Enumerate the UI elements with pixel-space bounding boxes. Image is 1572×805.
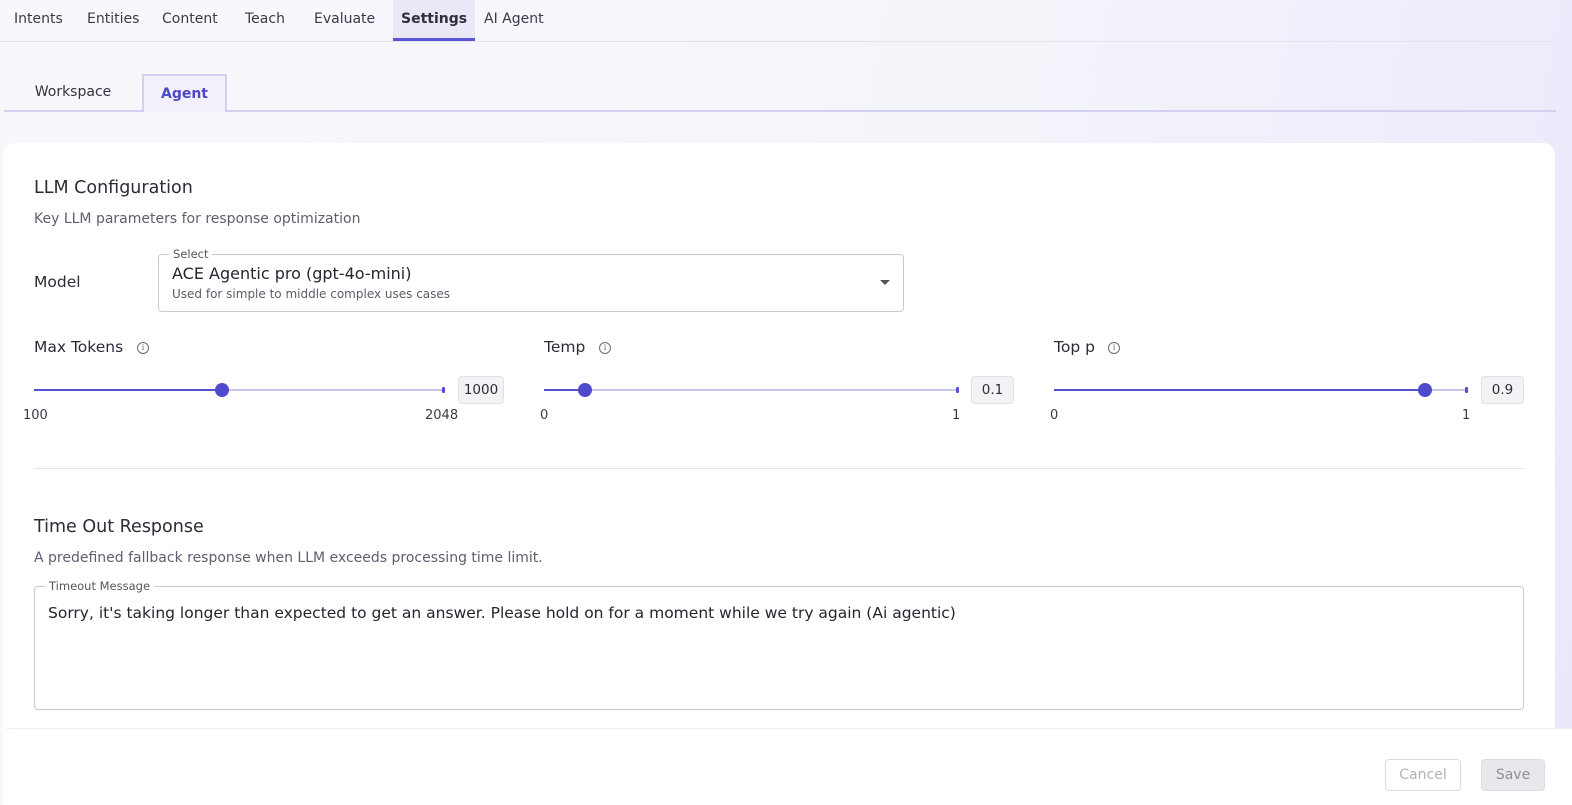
top-p-slider-fill (1054, 389, 1425, 391)
top-p-label: Top p (1054, 338, 1095, 356)
nav-tab-settings[interactable]: Settings (393, 0, 476, 41)
timeout-message-text[interactable]: Sorry, it's taking longer than expected … (48, 604, 956, 622)
model-select[interactable]: Select ACE Agentic pro (gpt-4o-mini) Use… (158, 247, 904, 312)
cancel-button[interactable]: Cancel (1385, 759, 1461, 791)
top-navigation: Intents Entities Content Teach Evaluate … (0, 0, 1556, 42)
llm-configuration-title: LLM Configuration (34, 178, 193, 198)
top-p-min: 0 (1050, 408, 1059, 423)
nav-tab-teach[interactable]: Teach (245, 0, 285, 41)
max-tokens-value[interactable]: 1000 (458, 376, 504, 404)
max-tokens-slider-end (442, 387, 445, 393)
top-p-slider-thumb[interactable] (1417, 383, 1432, 397)
top-p-value[interactable]: 0.9 (1481, 376, 1524, 404)
max-tokens-label: Max Tokens (34, 338, 124, 356)
top-p-slider-end (1465, 387, 1468, 393)
info-circle-icon[interactable]: i (599, 342, 611, 354)
top-p-max: 1 (1462, 408, 1471, 423)
settings-subtabs: Workspace Agent (4, 74, 1556, 112)
model-select-subtext: Used for simple to middle complex uses c… (172, 287, 451, 301)
nav-tab-content[interactable]: Content (162, 0, 218, 41)
timeout-response-title: Time Out Response (34, 517, 204, 537)
model-select-value: ACE Agentic pro (gpt-4o-mini) (172, 264, 412, 283)
model-label: Model (34, 273, 81, 291)
agent-settings-card: LLM Configuration Key LLM parameters for… (3, 143, 1555, 805)
llm-configuration-description: Key LLM parameters for response optimiza… (34, 211, 361, 227)
temp-label: Temp (544, 338, 586, 356)
caret-down-icon[interactable] (880, 280, 890, 285)
temp-slider-thumb[interactable] (578, 383, 593, 397)
max-tokens-min: 100 (23, 408, 48, 423)
timeout-message-legend: Timeout Message (45, 579, 155, 593)
timeout-message-field[interactable]: Timeout Message Sorry, it's taking longe… (34, 579, 1524, 710)
top-p-slider[interactable] (1054, 383, 1468, 397)
subtab-agent[interactable]: Agent (142, 74, 227, 112)
max-tokens-slider-fill (34, 389, 223, 391)
temp-slider[interactable] (544, 383, 959, 397)
footer-actions: Cancel Save (3, 728, 1572, 805)
nav-tab-intents[interactable]: Intents (14, 0, 63, 41)
save-button[interactable]: Save (1481, 759, 1545, 791)
select-legend: Select (169, 247, 213, 261)
section-divider (34, 468, 1524, 469)
temp-slider-end (956, 387, 959, 393)
temp-max: 1 (952, 408, 961, 423)
info-circle-icon[interactable]: i (1108, 342, 1120, 354)
info-circle-icon[interactable]: i (137, 342, 149, 354)
nav-tab-entities[interactable]: Entities (87, 0, 139, 41)
nav-tab-ai-agent[interactable]: AI Agent (484, 0, 544, 41)
max-tokens-max: 2048 (425, 408, 459, 423)
temp-value[interactable]: 0.1 (971, 376, 1014, 404)
max-tokens-slider-thumb[interactable] (215, 383, 230, 397)
timeout-response-description: A predefined fallback response when LLM … (34, 550, 543, 566)
temp-min: 0 (540, 408, 549, 423)
max-tokens-slider[interactable] (34, 383, 445, 397)
nav-tab-evaluate[interactable]: Evaluate (314, 0, 375, 41)
subtab-workspace[interactable]: Workspace (4, 74, 142, 112)
